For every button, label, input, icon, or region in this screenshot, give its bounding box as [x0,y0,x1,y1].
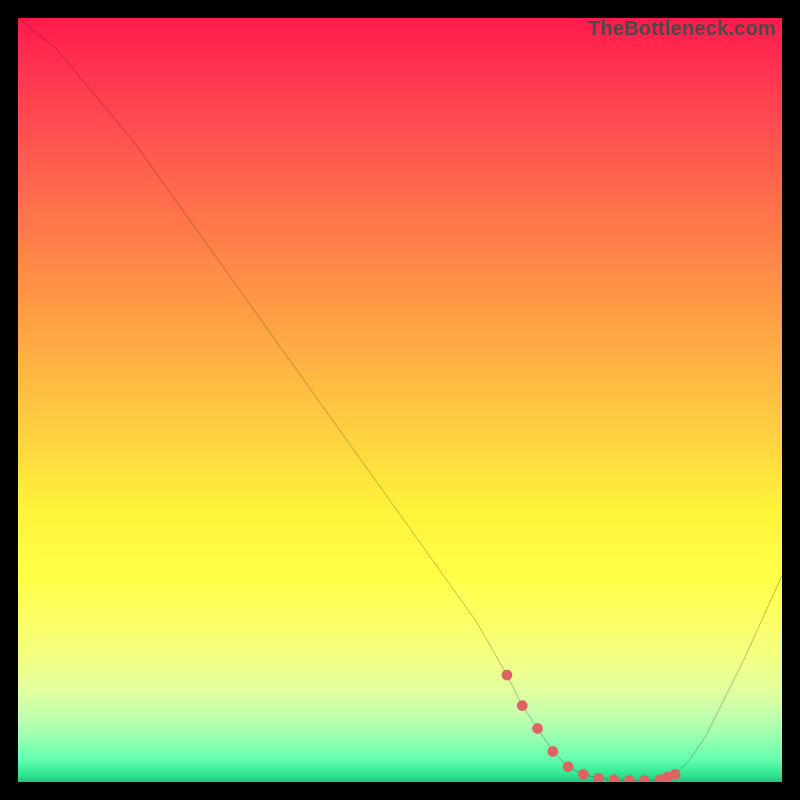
optimal-dot [563,761,574,772]
bottleneck-curve-line [18,18,782,780]
optimal-dot [609,774,620,782]
chart-svg [18,18,782,782]
optimal-range-dots [502,670,681,782]
optimal-dot [578,769,589,780]
optimal-dot [593,773,604,782]
optimal-dot [532,723,543,734]
optimal-dot [639,775,650,782]
optimal-dot [517,700,528,711]
optimal-dot [624,775,635,782]
optimal-dot [502,670,513,681]
optimal-dot [670,769,681,780]
chart-frame: TheBottleneck.com [18,18,782,782]
optimal-dot [547,746,558,757]
